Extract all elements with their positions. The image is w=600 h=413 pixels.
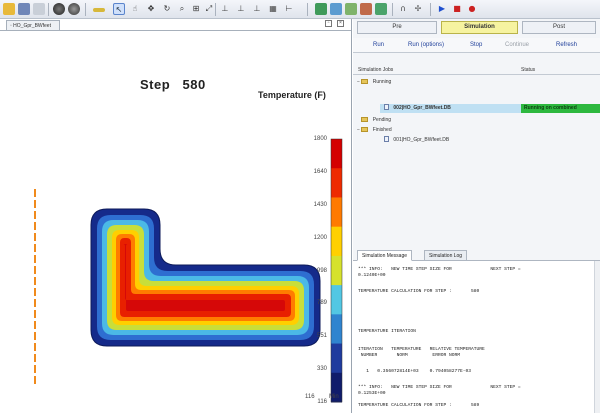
sphere-alt-icon[interactable] [68,3,80,15]
move-icon[interactable]: ✥ [145,3,157,15]
log-line: 0.1240E+00 [358,273,386,278]
zoom-box-icon[interactable]: ⊞ [190,3,202,15]
folder-icon [361,79,369,84]
scale-min-caption: 116 [305,394,315,400]
tree-node-pending[interactable]: − Pending [357,116,391,124]
message-tabs: Simulation Message Simulation Log [353,248,600,261]
refresh-button[interactable]: Refresh [556,42,577,48]
legend-color-band [331,168,342,198]
stop-button[interactable]: Stop [470,42,482,48]
folder-icon [361,127,369,132]
legend-tick-label: 1800 [313,136,327,142]
legend-tick-label: 1640 [313,168,327,175]
select-arrow-icon[interactable]: ↖ [113,3,125,15]
status-column-title: Status [521,67,536,73]
legend-tick-label: 330 [316,366,327,373]
finished-job-name: 001|HO_Gpr_BWfeet.DB [393,137,450,143]
measure-icon[interactable]: ⊢ [283,3,295,15]
run-options-button[interactable]: Run (options) [408,42,444,48]
axis-yz-icon[interactable]: ⊥ [235,3,247,15]
legend-tick-label: 1200 [313,234,327,241]
log-line: 1 0.356072814E+03 0.794058277E-03 [358,369,472,374]
toolbar-separator [215,3,216,16]
tab-simulation[interactable]: Simulation [441,21,518,34]
job-file-icon [384,104,389,110]
fit-icon[interactable]: ⤢ [203,3,215,15]
legend-tick-label: 551 [316,333,327,340]
legend-color-band [331,343,342,374]
tree-node-running[interactable]: − Running [357,78,391,86]
tab-simulation-log[interactable]: Simulation Log [424,250,468,261]
legend-tick-label: 998 [316,267,327,274]
legend-color-band [331,314,342,345]
log-line: TEMPERATURE CALCULATION FOR STEP : 580 [358,289,480,294]
stop-icon[interactable]: ■ [451,3,463,15]
chart-icon[interactable] [360,3,372,15]
pointer-icon[interactable]: ☝ [129,3,141,15]
toolbar-separator [307,3,308,16]
zoom-icon[interactable]: ⌕ [176,3,188,15]
job-file-icon [384,136,389,142]
folder-open-icon[interactable] [3,3,15,15]
bracket-icon[interactable] [93,8,105,12]
log-line: TEMPERATURE ITERATION [358,329,416,334]
legend-color-band [331,226,342,257]
toolbar-separator [430,3,431,16]
message-log[interactable]: *** INFO: NEW TIME STEP SIZE FOR NEXT ST… [353,261,600,413]
jobs-column-title: Simulation Jobs [358,67,394,73]
play-icon[interactable]: ▶ [436,3,448,15]
tab-simulation-message[interactable]: Simulation Message [357,250,413,261]
table-icon[interactable] [345,3,357,15]
legend-color-band [331,139,342,169]
jobs-header: Simulation Jobs Status [353,65,600,75]
tree-node-finished[interactable]: − Finished [357,126,392,134]
legend-tick-label: 789 [316,300,327,307]
rotate-icon[interactable]: ↻ [161,3,173,15]
legend-color-band [331,255,342,286]
control-panel: Pre Simulation Post Run Run (options) St… [353,19,600,413]
log-line: NUMBER NORM ERROR NORM [358,353,460,358]
continue-button[interactable]: Continue [505,42,529,48]
toolbar-separator [48,3,49,16]
running-label: Running [372,79,392,85]
axis-xy-icon[interactable]: ⊥ [251,3,263,15]
finished-label: Finished [372,127,392,133]
tab-pre[interactable]: Pre [357,21,437,34]
legend-color-band [331,285,342,315]
toolbar-separator [85,3,86,16]
scale-max-caption: Min [329,394,339,400]
save-as-icon[interactable] [33,3,45,15]
view-icon[interactable] [330,3,342,15]
simulation-viewport[interactable]: ▫ HO_Gpr_BWfeet ▫ × Step 580 Temperature… [0,19,352,413]
legend-tick-label: 1430 [313,201,327,208]
legend-color-band [331,197,342,228]
running-job-name: 002|HO_Gpr_BWfeet.DB [393,105,451,111]
simulation-actions: Run Run (options) Stop Continue Refresh [353,38,600,53]
record-icon[interactable]: ● [466,3,478,15]
pending-label: Pending [372,117,392,123]
message-scrollbar[interactable] [594,261,600,413]
temperature-legend [330,138,343,403]
finished-job-item[interactable]: 001|HO_Gpr_BWfeet.DB [384,136,449,144]
running-status-badge: Running on combined [521,104,600,113]
running-job-item[interactable]: 002|HO_Gpr_BWfeet.DB [384,104,451,112]
main-toolbar: ↖ ☝ ✥ ↻ ⌕ ⊞ ⤢ ⊥ ⊥ ⊥ ▦ ⊢ ∩ ✢ ▶ ■ ● [0,0,600,19]
log-line: 0.1253E+00 [358,391,386,396]
grid-icon[interactable]: ▦ [267,3,279,15]
settings-icon[interactable]: ✢ [412,3,424,15]
image-icon[interactable] [315,3,327,15]
toolbar-separator [392,3,393,16]
log-line: TEMPERATURE CALCULATION FOR STEP : 589 [358,403,480,408]
probe-icon[interactable] [375,3,387,15]
sphere-icon[interactable] [53,3,65,15]
run-button[interactable]: Run [373,42,384,48]
tab-post[interactable]: Post [522,21,596,34]
magnet-icon[interactable]: ∩ [397,3,409,15]
save-icon[interactable] [18,3,30,15]
collapse-icon: − [357,127,360,133]
folder-icon [361,117,369,122]
panel-tabs: Pre Simulation Post [353,19,600,36]
axis-xz-icon[interactable]: ⊥ [219,3,231,15]
collapse-icon: − [357,79,360,85]
